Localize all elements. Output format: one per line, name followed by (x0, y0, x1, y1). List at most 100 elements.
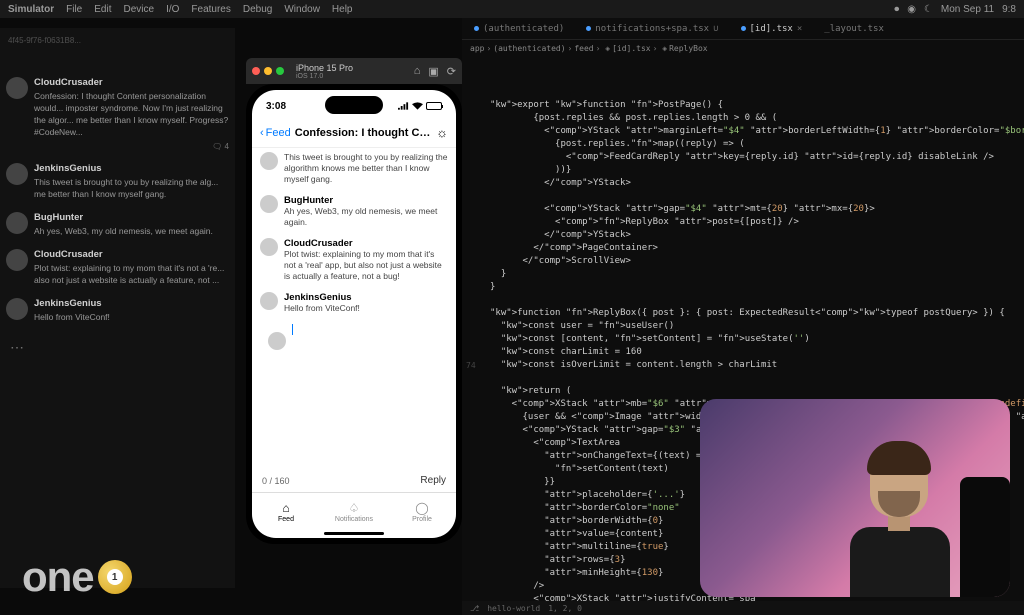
chevron-left-icon: ‹ (260, 127, 264, 139)
menu-device[interactable]: Device (123, 4, 154, 15)
moon-icon[interactable]: ☾ (924, 4, 933, 15)
menu-help[interactable]: Help (332, 4, 353, 15)
menubar-clock: Mon Sep 11 (941, 4, 994, 15)
webcam-overlay (700, 399, 1010, 597)
simulator-titlebar: iPhone 15 Pro iOS 17.0 ⌂ ▣ ⟳ (246, 58, 462, 84)
thread-content[interactable]: This tweet is brought to you by realizin… (252, 148, 456, 469)
window-close-icon[interactable] (252, 67, 260, 75)
status-project: hello-world (487, 604, 540, 613)
thread-username: CloudCrusader (284, 238, 448, 249)
breadcrumb[interactable]: app › (authenticated) › feed › ◈ [id].ts… (462, 40, 1024, 56)
sim-rotate-icon[interactable]: ⟳ (447, 65, 456, 78)
feed-item[interactable]: JenkinsGenius This tweet is brought to y… (6, 163, 229, 200)
feed-text: Hello from ViteConf! (34, 311, 229, 323)
avatar (260, 195, 278, 213)
tab-notifications[interactable]: ♤ Notifications (320, 493, 388, 530)
signal-icon (398, 102, 409, 110)
sim-home-icon[interactable]: ⌂ (414, 65, 421, 78)
battery-icon (426, 102, 442, 110)
thread-item[interactable]: CloudCrusader Plot twist: explaining to … (260, 238, 448, 282)
simulator-title: iPhone 15 Pro iOS 17.0 (296, 63, 353, 80)
reply-button[interactable]: Reply (420, 475, 446, 486)
back-label: Feed (266, 127, 291, 139)
menu-features[interactable]: Features (191, 4, 230, 15)
home-indicator[interactable] (324, 532, 384, 535)
tab-label: Feed (278, 516, 294, 523)
feed-username: CloudCrusader (34, 249, 229, 260)
home-icon: ⌂ (282, 501, 289, 515)
thread-item[interactable]: This tweet is brought to you by realizin… (260, 152, 448, 185)
feed-item[interactable]: JenkinsGenius Hello from ViteConf! (6, 298, 229, 323)
editor-tab[interactable]: notifications+spa.tsx∪ (580, 22, 724, 36)
record-icon[interactable]: ⏺ (894, 4, 899, 15)
menu-io[interactable]: I/O (166, 4, 179, 15)
menu-edit[interactable]: Edit (94, 4, 111, 15)
dynamic-island (325, 96, 383, 114)
feed-username: BugHunter (34, 212, 229, 223)
feed-username: CloudCrusader (34, 77, 229, 88)
avatar (6, 249, 28, 271)
thread-text: Hello from ViteConf! (284, 303, 448, 314)
nav-header: ‹ Feed Confession: I thought Content... … (252, 118, 456, 148)
status-git: 1, 2, 0 (548, 604, 582, 613)
feed-item[interactable]: CloudCrusader Confession: I thought Cont… (6, 77, 229, 151)
thread-item[interactable]: BugHunter Ah yes, Web3, my old nemesis, … (260, 195, 448, 228)
thread-text: Ah yes, Web3, my old nemesis, we meet ag… (284, 206, 448, 228)
sim-os-version: iOS 17.0 (296, 73, 353, 80)
mac-menubar: Simulator File Edit Device I/O Features … (0, 0, 1024, 18)
menu-file[interactable]: File (66, 4, 82, 15)
page-title: Confession: I thought Content... (291, 127, 436, 139)
back-button[interactable]: ‹ Feed (260, 127, 291, 139)
person (830, 427, 970, 597)
theme-toggle-icon[interactable]: ☼ (436, 125, 448, 140)
reply-input[interactable] (292, 324, 440, 374)
reply-avatar (268, 332, 286, 350)
close-icon: × (797, 24, 802, 34)
sim-screenshot-icon[interactable]: ▣ (428, 65, 438, 78)
thread-text: Plot twist: explaining to my mom that it… (284, 249, 448, 282)
logo-ball-icon: 1 (98, 560, 132, 594)
thread-username: JenkinsGenius (284, 292, 448, 303)
wifi-icon (412, 102, 423, 110)
editor-tabs: (authenticated) notifications+spa.tsx∪ [… (462, 18, 1024, 40)
avatar (260, 238, 278, 256)
tab-label: Profile (412, 516, 432, 523)
menu-debug[interactable]: Debug (243, 4, 272, 15)
feed-item[interactable]: CloudCrusader Plot twist: explaining to … (6, 249, 229, 286)
git-branch-icon[interactable]: ⎇ (470, 604, 479, 613)
avatar (260, 152, 278, 170)
avatar (6, 163, 28, 185)
sim-device-name: iPhone 15 Pro (296, 63, 353, 73)
menubar-extra: 9:8 (1002, 4, 1016, 15)
tab-label: Notifications (335, 516, 373, 523)
editor-statusbar: ⎇ hello-world 1, 2, 0 (462, 601, 1024, 615)
avatar (6, 212, 28, 234)
feed-item[interactable]: BugHunter Ah yes, Web3, my old nemesis, … (6, 212, 229, 237)
brand-logo: one 1 (22, 553, 132, 601)
tab-profile[interactable]: ◯ Profile (388, 493, 456, 530)
thread-username: BugHunter (284, 195, 448, 206)
feed-more-icon[interactable]: ⋯ (6, 335, 229, 360)
tab-feed[interactable]: ⌂ Feed (252, 493, 320, 530)
window-minimize-icon[interactable] (264, 67, 272, 75)
feed-username: JenkinsGenius (34, 163, 229, 174)
feed-text: Ah yes, Web3, my old nemesis, we meet ag… (34, 225, 229, 237)
close-icon: ∪ (713, 24, 718, 34)
editor-tab[interactable]: (authenticated) (468, 22, 570, 36)
avatar (6, 298, 28, 320)
menu-window[interactable]: Window (284, 4, 320, 15)
menubar-app: Simulator (8, 4, 54, 15)
wifi-icon[interactable]: ◉ (907, 4, 916, 15)
logo-ball-number: 1 (107, 569, 123, 585)
user-icon: ◯ (415, 501, 428, 515)
editor-tab-active[interactable]: [id].tsx× (735, 22, 809, 36)
menubar-right: ⏺ ◉ ☾ Mon Sep 11 9:8 (894, 4, 1016, 15)
reply-area (260, 324, 448, 374)
bell-icon: ♤ (349, 501, 360, 515)
window-zoom-icon[interactable] (276, 67, 284, 75)
comment-count: 🗨 4 (34, 142, 229, 151)
iphone-frame: 3:08 ‹ Feed Confession: I thought Conten… (246, 84, 462, 544)
thread-item[interactable]: JenkinsGenius Hello from ViteConf! (260, 292, 448, 314)
feed-text: Confession: I thought Content personaliz… (34, 90, 229, 138)
editor-tab[interactable]: _layout.tsx (818, 22, 890, 36)
